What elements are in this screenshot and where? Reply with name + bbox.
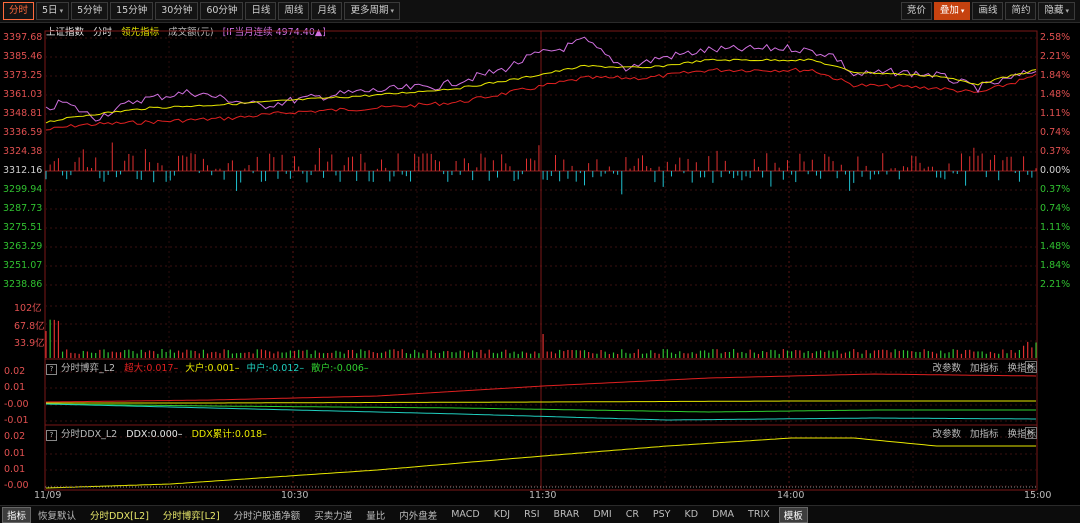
indicator-tab[interactable]: 内外盘差 [392,508,444,522]
ind1-header: ? 分时博弈_L2 超大:0.017– 大户:0.001– 中户:-0.012– … [46,360,369,375]
indicator-tab[interactable]: KDJ [487,509,517,520]
time-label: 14:00 [777,490,805,501]
indicator-tab[interactable]: 分时博弈[L2] [156,508,227,522]
indicator-tab[interactable]: CR [619,509,646,520]
indicator-tab[interactable]: RSI [517,509,546,520]
axis-label: -0.00 [4,480,29,491]
help-icon[interactable]: ? [46,364,57,375]
ind2-ddx: DDX:0.000– [126,429,183,440]
axis-label: 0.01 [4,382,26,393]
time-label: 10:30 [281,490,309,501]
add-indicator-button[interactable]: 加指标 [970,426,999,440]
close-icon[interactable]: ✕ [1025,427,1037,439]
help-icon[interactable]: ? [46,430,57,441]
indicator-tab[interactable]: TRIX [741,509,777,520]
axis-label: 0.01 [4,448,26,459]
ind2-name: 分时DDX_L2 [61,429,118,440]
indicator-tab[interactable]: MACD [444,509,486,520]
modify-params-button[interactable]: 改参数 [932,360,961,374]
time-label: 11:30 [529,490,557,501]
ind1-big: 大户:0.001– [185,363,240,374]
indicator-tab[interactable]: 模板 [778,506,808,523]
ind1-mid: 中户:-0.012– [246,363,305,374]
time-label: 11/09 [34,490,62,501]
indicator-tab[interactable]: KD [677,509,705,520]
indicator-tab[interactable]: 买卖力道 [307,508,359,522]
indicator-tabs: 指标 恢复默认 分时DDX[L2] 分时博弈[L2] 分时沪股通净额 买卖力道 量比 内外盘差… [0,505,1080,523]
modify-params-button[interactable]: 改参数 [932,426,961,440]
close-icon[interactable]: ✕ [1025,361,1037,373]
ind1-tools: 改参数 加指标 换指标 [932,360,1036,374]
ind1-name: 分时博弈_L2 [61,363,116,374]
indicator-tab[interactable]: 分时沪股通净额 [227,508,308,522]
indicator-tab[interactable]: DMI [586,509,618,520]
axis-label: 0.02 [4,366,26,377]
axis-label: 0.01 [4,464,26,475]
indicator-tab[interactable]: 恢复默认 [31,508,83,522]
ind2-ddx-cum: DDX累计:0.018– [191,429,267,440]
ind1-small: 散户:-0.006– [311,363,369,374]
time-label: 15:00 [1024,490,1052,501]
add-indicator-button[interactable]: 加指标 [970,360,999,374]
ind2-tools: 改参数 加指标 换指标 [932,426,1036,440]
indicator-tab[interactable]: 分时DDX[L2] [83,508,156,522]
axis-label: -0.01 [4,415,29,426]
indicator-tab[interactable]: 指标 [2,506,32,523]
ind2-header: ? 分时DDX_L2 DDX:0.000– DDX累计:0.018– [46,426,267,441]
indicator-tab[interactable]: PSY [646,509,678,520]
indicator-tab[interactable]: DMA [705,509,741,520]
indicator-tab[interactable]: 量比 [359,508,392,522]
ind1-super: 超大:0.017– [124,363,179,374]
axis-label: -0.00 [4,399,29,410]
axis-label: 0.02 [4,431,26,442]
indicator-tab[interactable]: BRAR [547,509,587,520]
